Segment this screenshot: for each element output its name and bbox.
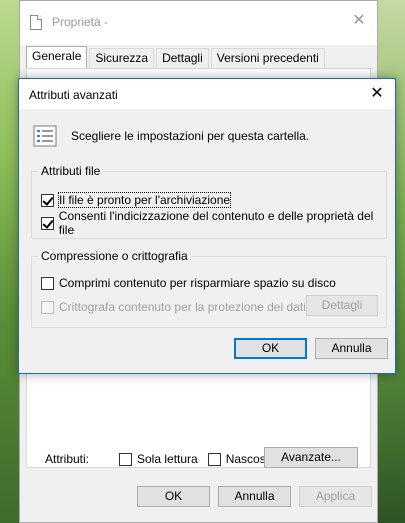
apply-button[interactable]: Applica — [299, 486, 372, 507]
compress-checkbox[interactable]: Comprimi contenuto per risparmiare spazi… — [41, 274, 336, 292]
properties-title: Proprietà - — [52, 15, 109, 29]
close-icon[interactable]: ✕ — [349, 11, 369, 31]
readonly-checkbox-box[interactable] — [119, 452, 132, 466]
close-icon[interactable]: ✕ — [365, 83, 389, 105]
properties-tabs: Generale Sicurezza Dettagli Versioni pre… — [26, 46, 327, 69]
ok-button[interactable]: OK — [137, 486, 210, 507]
tab-sicurezza[interactable]: Sicurezza — [89, 48, 155, 68]
advanced-button[interactable]: Avanzate... — [264, 447, 358, 468]
index-checkbox[interactable]: Consenti l'indicizzazione del contenuto … — [41, 209, 386, 237]
readonly-label: Sola lettura — [137, 452, 198, 466]
encrypt-checkbox[interactable]: Crittografa contenuto per la protezione … — [41, 298, 306, 316]
advanced-dialog-header: Scegliere le impostazioni per questa car… — [33, 123, 309, 149]
index-label: Consenti l'indicizzazione del contenuto … — [58, 209, 374, 237]
file-attributes-group: Attributi file Il file è pronto per l'ar… — [31, 164, 387, 239]
compress-checkbox-box[interactable] — [41, 276, 54, 290]
archive-checkbox-box[interactable] — [41, 193, 54, 207]
cancel-button[interactable]: Annulla — [315, 338, 388, 359]
details-button[interactable]: Dettagli — [306, 295, 378, 316]
ok-button[interactable]: OK — [234, 338, 307, 359]
compression-title: Compressione o crittografia — [38, 249, 191, 263]
document-icon — [30, 15, 42, 30]
attributes-row: Attributi: Sola lettura Nascosto — [45, 449, 286, 469]
encrypt-checkbox-box[interactable] — [41, 300, 54, 314]
settings-list-icon — [33, 125, 57, 147]
hidden-checkbox-box[interactable] — [207, 452, 221, 466]
index-checkbox-box[interactable] — [41, 216, 54, 230]
advanced-attributes-dialog: Attributi avanzati ✕ Scegliere le impost… — [18, 78, 396, 374]
compress-label: Comprimi contenuto per risparmiare spazi… — [59, 276, 336, 290]
advanced-dialog-titlebar: Attributi avanzati ✕ — [19, 79, 395, 109]
tab-dettagli[interactable]: Dettagli — [156, 48, 209, 68]
archive-label: Il file è pronto per l'archiviazione — [57, 192, 232, 208]
compression-group: Compressione o crittografia Comprimi con… — [31, 249, 387, 328]
readonly-checkbox[interactable]: Sola lettura — [119, 452, 198, 466]
archive-checkbox[interactable]: Il file è pronto per l'archiviazione — [41, 191, 232, 209]
cancel-button[interactable]: Annulla — [218, 486, 291, 507]
attributes-label: Attributi: — [45, 452, 90, 466]
properties-titlebar: Proprietà - ✕ — [20, 1, 377, 45]
file-attributes-title: Attributi file — [38, 164, 104, 178]
encrypt-label: Crittografa contenuto per la protezione … — [59, 300, 306, 314]
tab-versioni-precedenti[interactable]: Versioni precedenti — [210, 48, 325, 68]
header-description: Scegliere le impostazioni per questa car… — [71, 129, 310, 143]
wallpaper-left-strip — [0, 0, 19, 523]
advanced-dialog-title: Attributi avanzati — [29, 88, 118, 102]
tab-generale[interactable]: Generale — [26, 46, 88, 68]
